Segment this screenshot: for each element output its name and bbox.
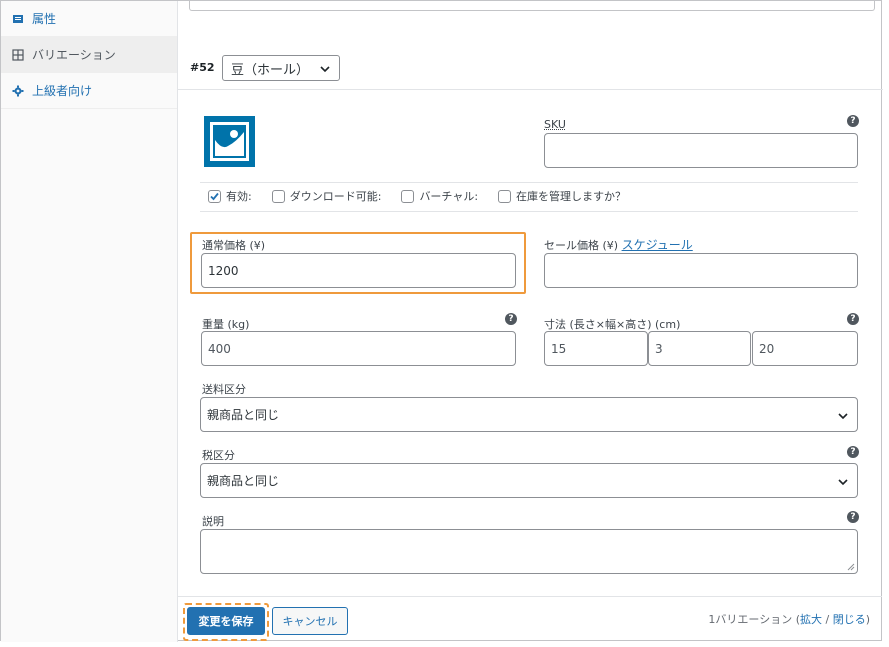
sidebar-item-advanced[interactable]: 上級者向け: [1, 73, 177, 109]
dimensions-label: 寸法 (長さ×幅×高さ) (cm): [544, 318, 681, 331]
variations-count: 1バリエーション (拡大 / 閉じる): [708, 611, 870, 627]
shipping-class-label: 送料区分: [202, 383, 246, 396]
weight-label: 重量 (kg): [202, 318, 250, 331]
checkbox-box[interactable]: [401, 189, 415, 203]
checkbox-label: 有効:: [226, 190, 252, 203]
sidebar-item-attributes[interactable]: 属性: [1, 1, 177, 37]
height-input[interactable]: 20: [752, 331, 858, 366]
checkbox-checked-icon[interactable]: [208, 189, 221, 203]
help-icon[interactable]: ?: [847, 446, 859, 458]
close-paren: ): [865, 613, 870, 626]
regular-price-label: 通常価格 (¥): [202, 239, 266, 252]
shipping-class-value: 親商品と同じ: [207, 408, 280, 422]
description-textarea[interactable]: [200, 529, 858, 574]
image-placeholder-icon: [204, 116, 255, 167]
variation-attribute-value: 豆（ホール）: [231, 62, 310, 78]
sidebar-item-label: 属性: [32, 12, 57, 26]
regular-price-input[interactable]: 1200: [201, 253, 516, 288]
gear-icon: [12, 85, 24, 97]
length-value: 15: [551, 341, 567, 356]
shipping-class-select[interactable]: 親商品と同じ: [200, 397, 858, 432]
close-link[interactable]: 閉じる: [833, 613, 866, 626]
sku-label: SKU: [544, 118, 566, 131]
help-icon[interactable]: ?: [505, 313, 517, 325]
checkbox-label: ダウンロード可能:: [289, 190, 382, 203]
sku-input[interactable]: [544, 133, 858, 168]
chevron-down-icon: [319, 63, 331, 78]
manage-stock-checkbox[interactable]: 在庫を管理しますか？: [498, 188, 626, 204]
width-input[interactable]: 3: [648, 331, 751, 366]
sidebar-item-variations[interactable]: バリエーション: [1, 37, 177, 73]
variation-attribute-select[interactable]: 豆（ホール）: [222, 55, 340, 81]
virtual-checkbox[interactable]: バーチャル:: [401, 188, 478, 204]
length-input[interactable]: 15: [544, 331, 648, 366]
variations-count-text: 1バリエーション (: [708, 613, 800, 626]
previous-field-remnant: [189, 0, 875, 11]
checkbox-box[interactable]: [271, 189, 285, 203]
help-icon[interactable]: ?: [847, 115, 859, 127]
enabled-checkbox[interactable]: 有効:: [208, 188, 252, 204]
variation-id: #52: [190, 61, 215, 74]
weight-value: 400: [208, 341, 231, 356]
tax-class-label: 税区分: [202, 449, 235, 462]
sidebar-item-label: 上級者向け: [32, 84, 93, 98]
variation-image-upload[interactable]: [204, 116, 255, 167]
description-label: 説明: [202, 515, 224, 528]
divider: [200, 182, 858, 183]
variation-options: 有効: ダウンロード可能: バーチャル: 在庫を管理しますか？: [208, 188, 646, 204]
sidebar-item-label: バリエーション: [32, 48, 116, 62]
list-icon: [12, 13, 24, 25]
grid-icon: [12, 48, 24, 61]
sale-price-label-text: セール価格 (¥): [544, 239, 619, 252]
checkbox-box[interactable]: [498, 189, 512, 203]
checkbox-label: バーチャル:: [419, 190, 479, 203]
schedule-link[interactable]: スケジュール: [622, 238, 693, 252]
sale-price-label: セール価格 (¥) スケジュール: [544, 236, 693, 253]
checkbox-label: 在庫を管理しますか？: [516, 190, 627, 203]
downloadable-checkbox[interactable]: ダウンロード可能:: [271, 188, 382, 204]
tax-class-value: 親商品と同じ: [207, 474, 280, 488]
product-data-tabs: 属性 バリエーション 上級者向け: [1, 1, 178, 642]
divider: [200, 211, 858, 212]
regular-price-value: 1200: [208, 263, 239, 278]
expand-link[interactable]: 拡大: [800, 613, 822, 626]
weight-input[interactable]: 400: [201, 331, 516, 366]
height-value: 20: [759, 341, 775, 356]
link-divider: /: [822, 613, 833, 626]
save-changes-button[interactable]: 変更を保存: [187, 607, 265, 635]
help-icon[interactable]: ?: [847, 313, 859, 325]
cancel-button[interactable]: キャンセル: [272, 607, 348, 635]
help-icon[interactable]: ?: [847, 511, 859, 523]
width-value: 3: [655, 341, 663, 356]
chevron-down-icon: [837, 476, 849, 490]
chevron-down-icon: [837, 410, 849, 424]
variation-header[interactable]: #52 豆（ホール）: [178, 47, 883, 90]
resize-handle-icon[interactable]: [847, 563, 855, 571]
tax-class-select[interactable]: 親商品と同じ: [200, 463, 858, 498]
sale-price-input[interactable]: [544, 253, 858, 288]
